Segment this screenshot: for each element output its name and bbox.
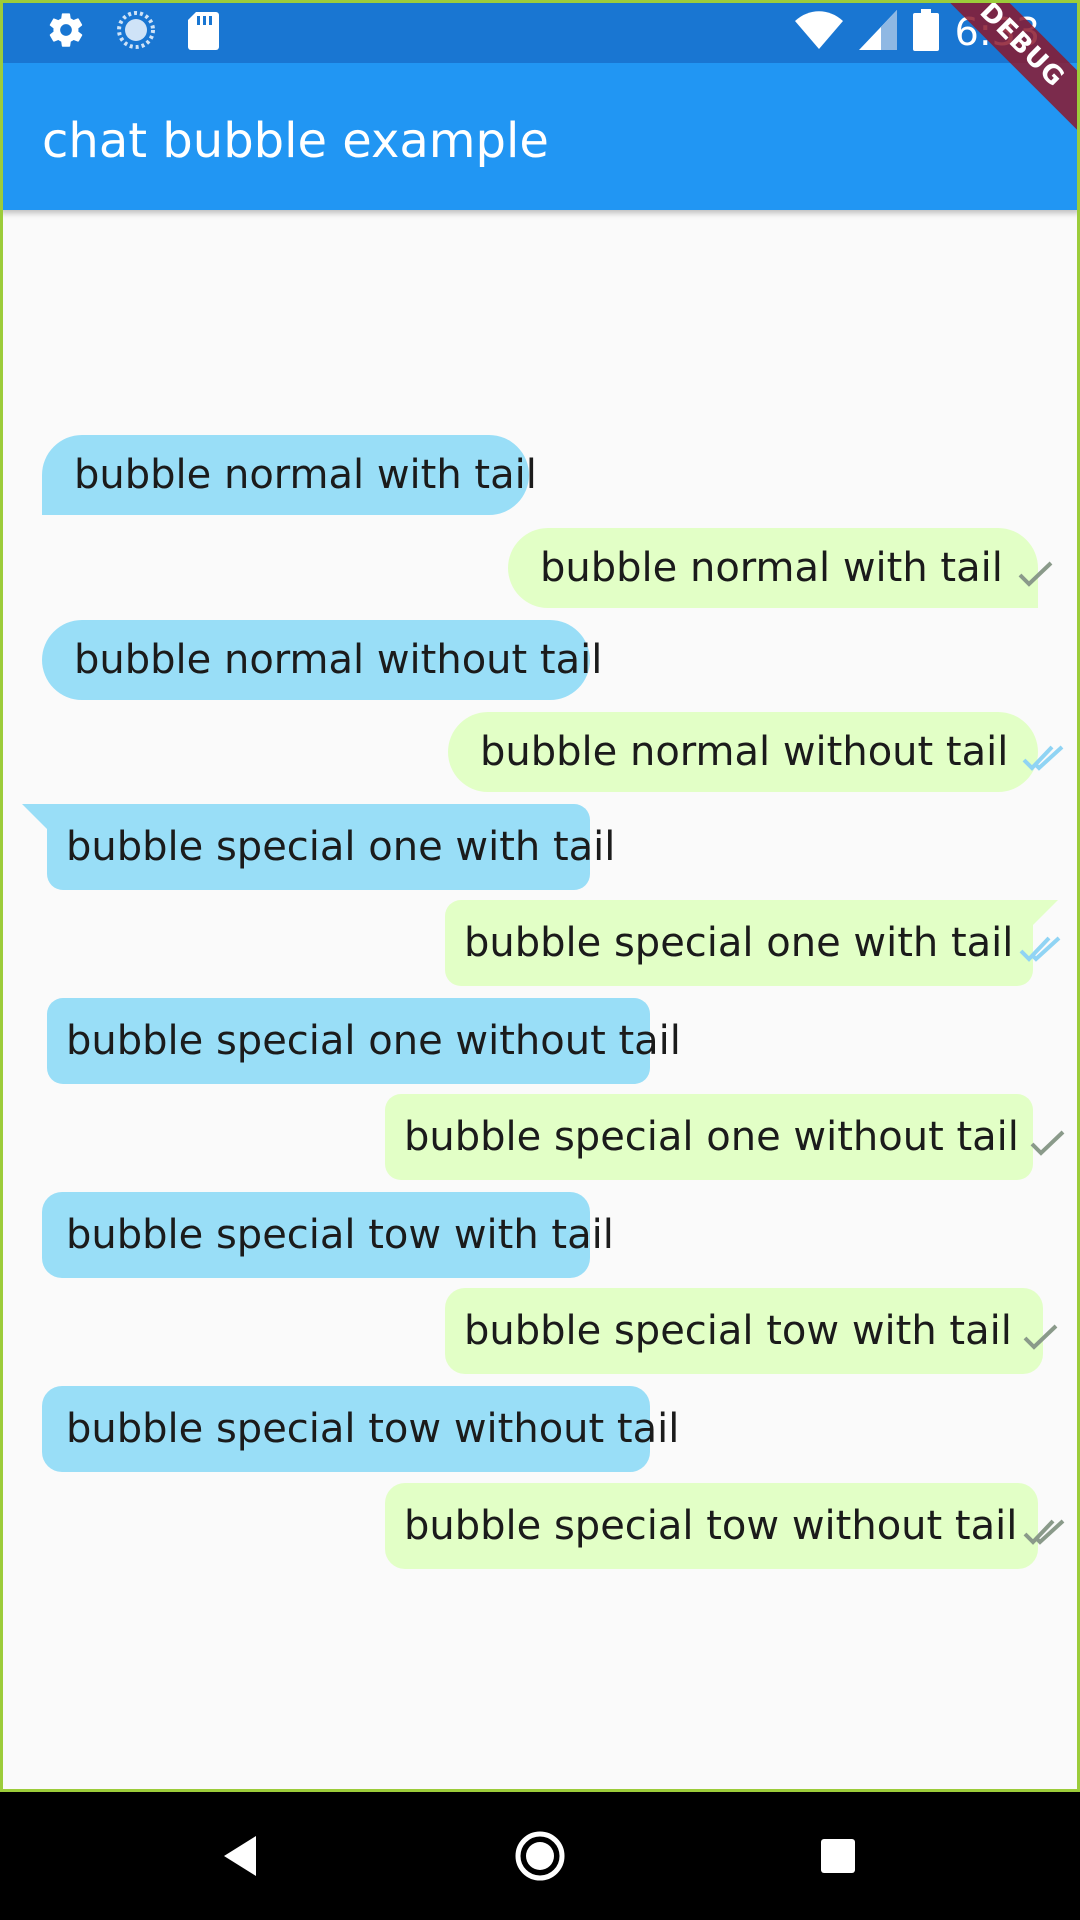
wifi-icon bbox=[794, 10, 843, 54]
message-bubble-received[interactable]: bubble special one without tail bbox=[47, 998, 681, 1084]
message-bubble-received[interactable]: bubble normal without tail bbox=[42, 620, 602, 700]
bubble-tail bbox=[1032, 900, 1058, 926]
gear-icon bbox=[46, 10, 86, 55]
bubble-tail bbox=[22, 804, 48, 830]
battery-icon bbox=[912, 8, 939, 56]
message-text: bubble special one without tail bbox=[404, 1114, 1019, 1160]
message-text: bubble normal without tail bbox=[480, 729, 1009, 775]
app-bar: chat bubble example bbox=[0, 63, 1080, 210]
seen-double-check-icon bbox=[1019, 928, 1061, 962]
message-text: bubble normal with tail bbox=[74, 452, 537, 498]
message-bubble-received[interactable]: bubble special tow with tail bbox=[42, 1192, 614, 1278]
page-title: chat bubble example bbox=[42, 113, 549, 169]
status-bar: 6:33 bbox=[0, 0, 1080, 63]
message-text: bubble special one without tail bbox=[66, 1018, 681, 1064]
delivered-double-check-icon bbox=[1023, 1511, 1065, 1545]
chat-list[interactable]: bubble normal with tail bubble normal wi… bbox=[0, 210, 1080, 1792]
message-text: bubble normal without tail bbox=[74, 637, 603, 683]
message-text: bubble special one with tail bbox=[464, 920, 1014, 966]
navigation-bar bbox=[0, 1792, 1080, 1920]
message-bubble-sent[interactable]: bubble normal without tail bbox=[448, 712, 1064, 792]
message-bubble-received[interactable]: bubble special tow without tail bbox=[42, 1386, 679, 1472]
message-bubble-sent[interactable]: bubble normal with tail bbox=[508, 528, 1053, 608]
message-bubble-received[interactable]: bubble special one with tail bbox=[47, 804, 615, 890]
recents-icon[interactable] bbox=[808, 1826, 868, 1886]
sent-check-icon bbox=[1017, 553, 1055, 587]
message-text: bubble special tow without tail bbox=[66, 1406, 680, 1452]
sent-check-icon bbox=[1022, 1316, 1060, 1350]
message-bubble-sent[interactable]: bubble special one without tail bbox=[385, 1094, 1065, 1180]
home-icon[interactable] bbox=[510, 1826, 570, 1886]
message-text: bubble special tow with tail bbox=[464, 1308, 1012, 1354]
message-text: bubble special one with tail bbox=[66, 824, 616, 870]
message-bubble-received[interactable]: bubble normal with tail bbox=[42, 435, 537, 515]
sent-check-icon bbox=[1029, 1122, 1067, 1156]
sd-card-icon bbox=[186, 10, 220, 55]
seen-double-check-icon bbox=[1022, 737, 1064, 771]
message-text: bubble special tow with tail bbox=[66, 1212, 614, 1258]
sync-icon bbox=[116, 10, 156, 55]
message-text: bubble normal with tail bbox=[540, 545, 1003, 591]
message-bubble-sent[interactable]: bubble special tow with tail bbox=[445, 1288, 1058, 1374]
message-text: bubble special tow without tail bbox=[404, 1503, 1018, 1549]
message-bubble-sent[interactable]: bubble special one with tail bbox=[445, 900, 1061, 986]
signal-icon bbox=[858, 9, 897, 55]
message-bubble-sent[interactable]: bubble special tow without tail bbox=[385, 1483, 1065, 1569]
back-icon[interactable] bbox=[210, 1826, 270, 1886]
